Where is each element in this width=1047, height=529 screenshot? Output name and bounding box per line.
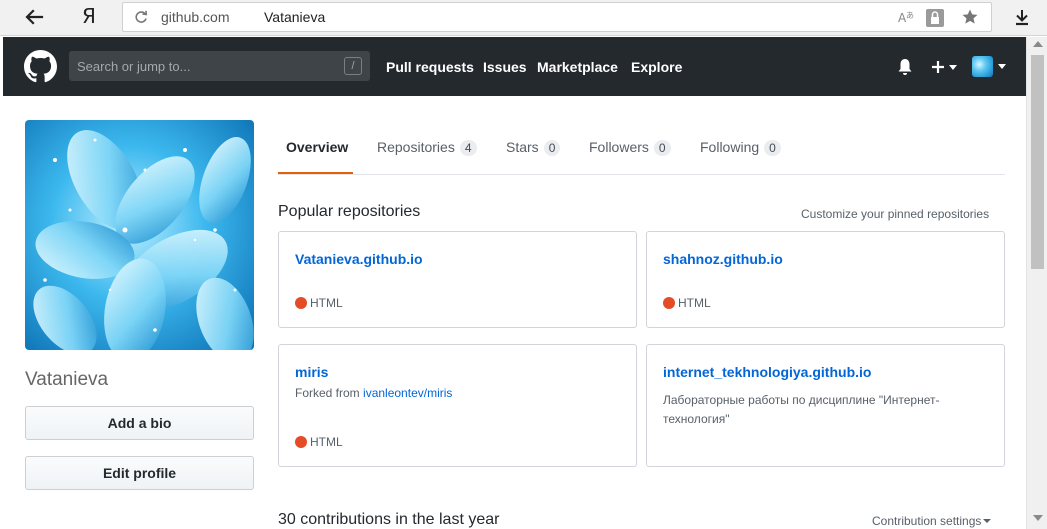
tab-label: Following: [700, 139, 760, 155]
github-logo-icon[interactable]: [24, 50, 57, 83]
page-scrollbar[interactable]: [1026, 37, 1047, 529]
forked-from-text: Forked from ivanleontev/miris: [295, 386, 452, 400]
repo-description: Лабораторные работы по дисциплине "Интер…: [663, 393, 940, 426]
tab-counter: 4: [459, 140, 477, 156]
fork-source-link[interactable]: ivanleontev/miris: [363, 386, 452, 400]
url-page: Vatanieva: [264, 9, 326, 25]
profile-avatar[interactable]: [25, 120, 254, 350]
profile-username: Vatanieva: [25, 369, 109, 390]
scroll-up-arrow-icon[interactable]: [1033, 41, 1043, 47]
create-new-menu[interactable]: [930, 58, 960, 76]
scrollbar-thumb[interactable]: [1031, 55, 1044, 269]
popular-repositories-heading: Popular repositories: [278, 203, 421, 220]
repo-card: internet_tekhnologiya.github.io Лаборато…: [646, 344, 1005, 467]
language-color-dot: [663, 297, 675, 309]
repo-language: HTML: [295, 296, 343, 310]
tab-label: Overview: [286, 139, 349, 155]
reload-icon[interactable]: [133, 9, 149, 25]
svg-text:あ: あ: [906, 11, 914, 20]
repo-link[interactable]: Vatanieva.github.io: [295, 251, 423, 267]
nav-marketplace[interactable]: Marketplace: [537, 59, 618, 75]
repo-link[interactable]: internet_tekhnologiya.github.io: [663, 364, 871, 380]
chevron-down-icon: [949, 65, 957, 70]
back-button[interactable]: [22, 6, 46, 28]
tab-following[interactable]: Following 0: [700, 139, 781, 156]
nav-explore[interactable]: Explore: [631, 59, 682, 75]
repo-card: Vatanieva.github.io HTML: [278, 231, 637, 328]
profile-tabs: Overview Repositories 4 Stars 0 Followers 0…: [278, 120, 1005, 175]
repo-language: HTML: [295, 435, 343, 449]
avatar: [972, 56, 993, 77]
download-icon: [1016, 10, 1028, 26]
repo-card: miris Forked from ivanleontev/miris HTML: [278, 344, 637, 467]
user-avatar-menu[interactable]: [972, 56, 1006, 78]
selected-tab-indicator: [278, 172, 353, 174]
repo-language: HTML: [663, 296, 711, 310]
scroll-down-arrow-icon[interactable]: [1033, 515, 1043, 521]
tab-followers[interactable]: Followers 0: [589, 139, 671, 156]
chevron-down-icon: [998, 64, 1006, 69]
chevron-down-icon: [983, 519, 992, 523]
address-bar[interactable]: github.com Vatanieva A あ: [122, 2, 992, 32]
plus-icon: [932, 61, 944, 73]
bell-icon[interactable]: [897, 58, 913, 76]
url-domain: github.com: [161, 9, 230, 25]
fork-prefix: Forked from: [295, 386, 360, 400]
left-arrow-icon: [25, 9, 44, 25]
tab-stars[interactable]: Stars 0: [506, 139, 561, 156]
translate-icon[interactable]: A あ: [897, 9, 915, 27]
language-color-dot: [295, 297, 307, 309]
tab-label: Repositories: [377, 139, 455, 155]
language-color-dot: [295, 436, 307, 448]
language-label: HTML: [310, 296, 343, 310]
yandex-button[interactable]: Я: [82, 4, 96, 28]
tab-label: Followers: [589, 139, 649, 155]
downloads-button[interactable]: [1011, 6, 1033, 28]
bookmark-star-icon[interactable]: [961, 8, 979, 26]
tab-counter: 0: [653, 140, 671, 156]
repo-link[interactable]: miris: [295, 364, 328, 380]
contribution-settings-dropdown[interactable]: Contribution settings: [872, 514, 992, 528]
search-box: /: [69, 51, 370, 81]
tab-counter: 0: [543, 140, 561, 156]
language-label: HTML: [310, 435, 343, 449]
edit-profile-button[interactable]: Edit profile: [25, 456, 254, 490]
nav-pull-requests[interactable]: Pull requests: [386, 59, 474, 75]
search-input[interactable]: [69, 51, 339, 81]
tab-counter: 0: [764, 140, 781, 156]
repo-card: shahnoz.github.io HTML: [646, 231, 1005, 328]
browser-toolbar: Я github.com Vatanieva A あ: [0, 0, 1047, 36]
language-label: HTML: [678, 296, 711, 310]
tab-overview[interactable]: Overview: [286, 139, 348, 155]
nav-issues[interactable]: Issues: [483, 59, 527, 75]
contribution-settings-label: Contribution settings: [872, 514, 982, 528]
contributions-heading: 30 contributions in the last year: [278, 511, 500, 528]
lock-icon[interactable]: [925, 8, 945, 28]
customize-pinned-link[interactable]: Customize your pinned repositories: [801, 207, 989, 221]
repo-link[interactable]: shahnoz.github.io: [663, 251, 783, 267]
slash-shortcut-key: /: [344, 57, 362, 75]
add-bio-button[interactable]: Add a bio: [25, 406, 254, 440]
tab-repositories[interactable]: Repositories 4: [377, 139, 477, 156]
tab-label: Stars: [506, 139, 539, 155]
github-header: / Pull requests Issues Marketplace Explo…: [3, 37, 1026, 96]
